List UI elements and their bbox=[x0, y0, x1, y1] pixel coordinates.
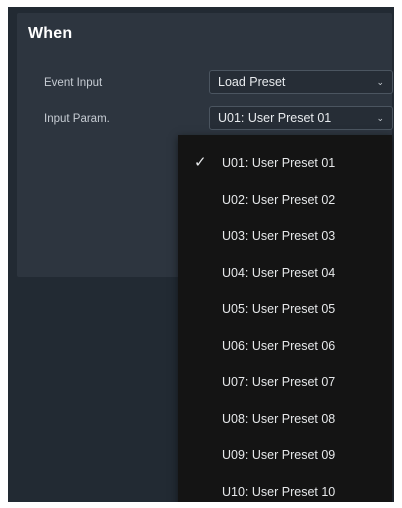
dropdown-item-label: U03: User Preset 03 bbox=[222, 229, 336, 243]
dropdown-item-u06[interactable]: U06: User Preset 06 bbox=[178, 328, 392, 364]
input-param-value: U01: User Preset 01 bbox=[218, 111, 332, 125]
dropdown-item-u03[interactable]: U03: User Preset 03 bbox=[178, 218, 392, 254]
chevron-down-icon: ⌄ bbox=[376, 77, 384, 87]
dropdown-item-u02[interactable]: U02: User Preset 02 bbox=[178, 182, 392, 218]
dropdown-item-u01[interactable]: ✓ U01: User Preset 01 bbox=[178, 145, 392, 181]
dropdown-item-u04[interactable]: U04: User Preset 04 bbox=[178, 255, 392, 291]
dropdown-item-label: U01: User Preset 01 bbox=[222, 156, 336, 170]
dialog-frame: When Event Input Load Preset ⌄ Input Par… bbox=[8, 7, 394, 502]
event-input-value: Load Preset bbox=[218, 75, 286, 89]
dropdown-item-u05[interactable]: U05: User Preset 05 bbox=[178, 291, 392, 327]
dropdown-item-label: U07: User Preset 07 bbox=[222, 375, 336, 389]
chevron-down-icon: ⌄ bbox=[376, 113, 384, 123]
panel-title: When bbox=[28, 25, 73, 42]
event-input-label: Event Input bbox=[44, 77, 103, 89]
dropdown-item-label: U02: User Preset 02 bbox=[222, 193, 336, 207]
dropdown-item-u09[interactable]: U09: User Preset 09 bbox=[178, 437, 392, 473]
dropdown-item-label: U05: User Preset 05 bbox=[222, 302, 336, 316]
event-input-select[interactable]: Load Preset ⌄ bbox=[209, 70, 393, 94]
input-param-label: Input Param. bbox=[44, 113, 110, 125]
dropdown-item-label: U09: User Preset 09 bbox=[222, 448, 336, 462]
dropdown-item-u10[interactable]: U10: User Preset 10 bbox=[178, 474, 392, 502]
dropdown-item-label: U04: User Preset 04 bbox=[222, 266, 336, 280]
dropdown-item-label: U06: User Preset 06 bbox=[222, 339, 336, 353]
input-param-dropdown: ✓ U01: User Preset 01 U02: User Preset 0… bbox=[178, 135, 392, 502]
dropdown-item-u08[interactable]: U08: User Preset 08 bbox=[178, 401, 392, 437]
input-param-select[interactable]: U01: User Preset 01 ⌄ bbox=[209, 106, 393, 130]
dropdown-item-u07[interactable]: U07: User Preset 07 bbox=[178, 364, 392, 400]
dropdown-item-label: U08: User Preset 08 bbox=[222, 412, 336, 426]
dropdown-item-label: U10: User Preset 10 bbox=[222, 485, 336, 499]
check-icon: ✓ bbox=[194, 154, 207, 171]
